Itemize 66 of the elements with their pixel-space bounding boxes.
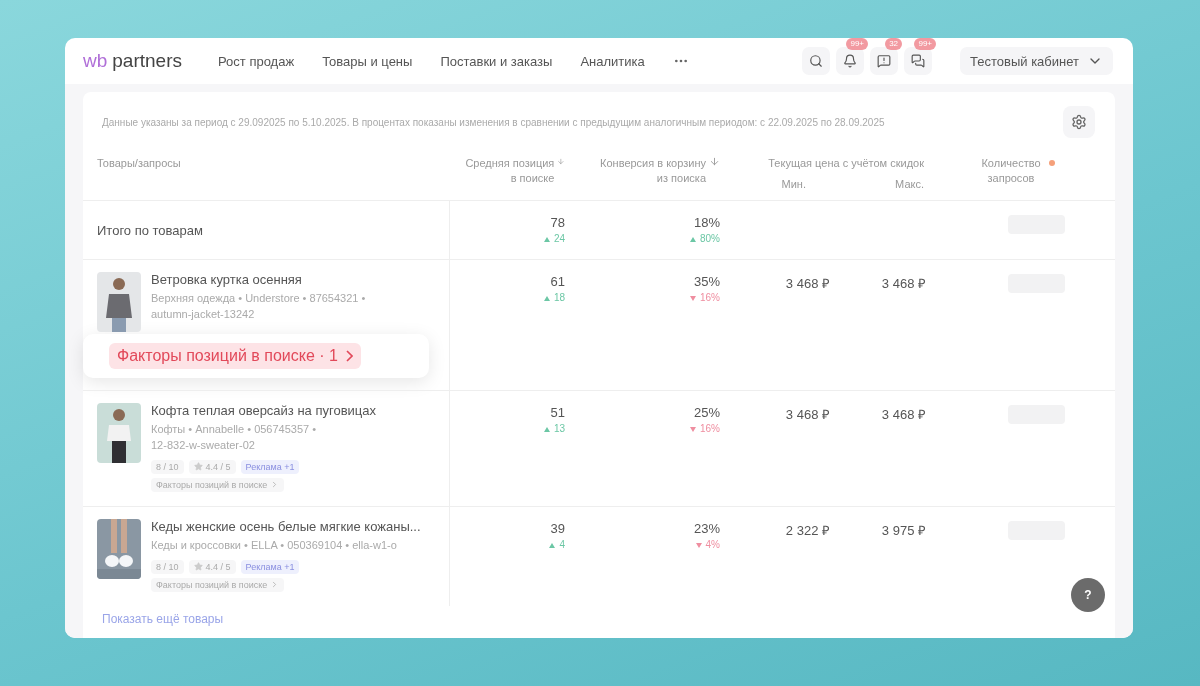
messages-button[interactable]: [904, 47, 933, 75]
table-cell-text: 3 975 ₽: [880, 521, 926, 539]
rank-tag: 8 / 10: [151, 459, 184, 474]
table-cell-text: 3 468 ₽: [784, 274, 830, 292]
table-cell-text: 3 468 ₽: [784, 405, 830, 423]
rating-tag: 4.4 / 5: [188, 559, 236, 574]
status-dot: [1049, 160, 1055, 166]
table-cell-text: 78: [549, 214, 565, 230]
messages-button[interactable]: [870, 47, 899, 75]
change-value: 80%: [700, 232, 720, 244]
table-cell-text: 35%: [692, 273, 720, 289]
logo[interactable]: wb partners: [83, 50, 182, 72]
table-cell-text: 3 468 ₽: [880, 274, 926, 292]
product-meta: Верхняя одежда • Understore • 87654321 • autumn-jacket-13242: [151, 290, 366, 322]
ads-tag: Реклама +1: [240, 559, 300, 574]
product-meta: Кофты • Annabelle • 056745357 • 12-832-w-sweater-02: [151, 421, 318, 453]
bell-icon: [843, 54, 858, 68]
table-cell-text: 51: [549, 404, 565, 420]
table-cell-text: 23%: [692, 520, 720, 536]
count-badge: 99+: [846, 38, 869, 50]
column-header: Мин.: [781, 177, 806, 190]
change-value: 4%: [705, 538, 720, 550]
table-cell-text: 61: [549, 273, 565, 289]
product-meta: Кеды и кроссовки • ELLA • 050369104 • ella-w1-o: [151, 537, 398, 553]
account-dropdown[interactable]: Тестовый кабинет: [960, 47, 1113, 75]
change-value: 13: [553, 422, 565, 434]
column-header: Товары/запросы: [97, 157, 181, 169]
search-icon: [809, 54, 824, 68]
rank-tag: 8 / 10: [151, 559, 184, 574]
chevron-right-icon: [345, 349, 353, 362]
help-button[interactable]: ?: [1071, 578, 1105, 612]
notifications-button[interactable]: [836, 47, 865, 75]
star-icon: [193, 462, 203, 472]
column-header: Текущая цена с учётом скидок: [768, 157, 924, 169]
star-icon: [193, 562, 203, 572]
column-header: Макс.: [895, 177, 924, 190]
chat-bubbles-icon: [911, 54, 926, 68]
change-value: 16%: [700, 291, 720, 303]
nav-link[interactable]: Поставки и заказы: [440, 53, 553, 69]
count-badge: 32: [885, 38, 903, 50]
table-cell-text: 18%: [692, 214, 720, 230]
period-info: Данные указаны за период с 29.092025 по 5.10.2025. В процентах показаны изменения в сравнении с предыдущим аналогичным периодом: с 22.09.2025 по 28.09.2025: [102, 116, 885, 128]
product-name[interactable]: Кофта теплая оверсайз на пуговицах: [151, 402, 376, 418]
nav-link[interactable]: Товары и цены: [322, 53, 413, 69]
ads-tag: Реклама +1: [240, 459, 300, 474]
nav-link[interactable]: Рост продаж: [218, 53, 295, 69]
table-cell-text: 25%: [692, 404, 720, 420]
count-badge: 99+: [914, 38, 937, 50]
product-name[interactable]: Кеды женские осень белые мягкие кожаны...: [151, 518, 421, 534]
rating-tag: 4.4 / 5: [188, 459, 236, 474]
change-value: 16%: [700, 422, 720, 434]
table-cell-text: 2 322 ₽: [784, 521, 830, 539]
change-value: 24: [553, 232, 565, 244]
change-value: 18: [553, 291, 565, 303]
sort-icon[interactable]: [709, 156, 720, 167]
search-button[interactable]: [802, 47, 831, 75]
message-alert-icon: [877, 54, 892, 68]
table-cell-text: 39: [549, 520, 565, 536]
product-name[interactable]: Ветровка куртка осенняя: [151, 271, 366, 287]
gear-icon: [1071, 114, 1087, 130]
settings-button[interactable]: [1063, 106, 1095, 138]
table-cell-text: 3 468 ₽: [880, 405, 926, 423]
change-value: 4: [559, 538, 565, 550]
column-header: Количество запросов: [980, 156, 1042, 186]
total-label: Итого по товарам: [97, 221, 204, 238]
nav-link[interactable]: Аналитика: [580, 53, 645, 69]
